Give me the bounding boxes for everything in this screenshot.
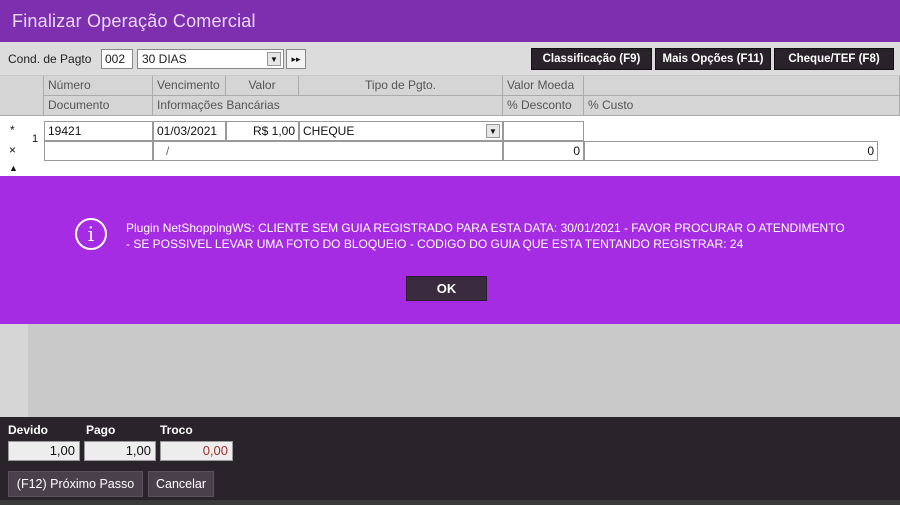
cell-valor[interactable]: R$ 1,00 [226,121,299,141]
proximo-passo-button[interactable]: (F12) Próximo Passo [8,471,143,497]
ok-button[interactable]: OK [406,276,487,301]
window-title: Finalizar Operação Comercial [12,11,256,31]
cond-pagto-code-input[interactable]: 002 [101,49,133,69]
row-new-marker: * [10,123,15,137]
status-strip [0,500,900,505]
header-numero[interactable]: Número [44,76,153,96]
header-custo[interactable]: % Custo [584,96,900,116]
cell-vencimento[interactable]: 01/03/2021 [153,121,226,141]
info-icon: i [75,218,107,250]
cell-valor-moeda[interactable] [503,121,584,141]
footer-panel: Devido Pago Troco 1,00 1,00 0,00 (F12) P… [0,417,900,505]
header-info-bancarias[interactable]: Informações Bancárias [153,96,503,116]
devido-label: Devido [8,423,49,437]
header-valor-moeda[interactable]: Valor Moeda [503,76,584,96]
cheque-tef-button[interactable]: Cheque/TEF (F8) [774,48,894,70]
left-strip [0,324,28,417]
cell-tipo-pgto-value: CHEQUE [303,124,355,138]
content-area [0,324,900,417]
mais-opcoes-button[interactable]: Mais Opções (F11) [655,48,771,70]
header-vencimento[interactable]: Vencimento [153,76,226,96]
classificacao-button[interactable]: Classificação (F9) [531,48,652,70]
header-tipo-pgto[interactable]: Tipo de Pgto. [299,76,503,96]
payments-grid: Número Vencimento Valor Tipo de Pgto. Va… [0,76,900,176]
cancelar-button[interactable]: Cancelar [148,471,214,497]
cond-pagto-label: Cond. de Pagto [8,52,92,66]
message-text: Plugin NetShoppingWS: CLIENTE SEM GUIA R… [126,221,845,251]
chevron-down-icon[interactable]: ▼ [267,52,281,66]
pago-label: Pago [86,423,116,437]
row-index: 1 [32,133,39,145]
troco-label: Troco [160,423,193,437]
cell-desconto[interactable]: 0 [503,141,584,161]
message-banner: i Plugin NetShoppingWS: CLIENTE SEM GUIA… [0,176,900,324]
row-delete-icon[interactable]: × [9,143,16,157]
cond-pagto-select[interactable]: 30 DIAS ▼ [137,49,284,69]
header-empty [584,76,900,96]
grid-corner [0,76,44,116]
cell-tipo-pgto[interactable]: CHEQUE ▼ [299,121,503,141]
header-valor[interactable]: Valor [226,76,299,96]
cell-custo[interactable]: 0 [584,141,878,161]
cond-pagto-select-value: 30 DIAS [142,52,187,66]
toolbar: Cond. de Pagto 002 30 DIAS ▼ ▸▸ Classifi… [0,42,900,75]
cell-info-bancarias[interactable]: / [153,141,503,161]
cell-numero[interactable]: 19421 [44,121,153,141]
troco-field: 0,00 [160,441,233,461]
skip-forward-button[interactable]: ▸▸ [286,49,306,69]
chevron-down-icon[interactable]: ▼ [486,124,500,138]
header-documento[interactable]: Documento [44,96,153,116]
cell-documento[interactable] [44,141,153,161]
title-bar: Finalizar Operação Comercial [0,0,900,42]
header-desconto[interactable]: % Desconto [503,96,584,116]
pago-field[interactable]: 1,00 [84,441,156,461]
row-up-icon[interactable]: ▲ [9,163,18,173]
devido-field: 1,00 [8,441,80,461]
